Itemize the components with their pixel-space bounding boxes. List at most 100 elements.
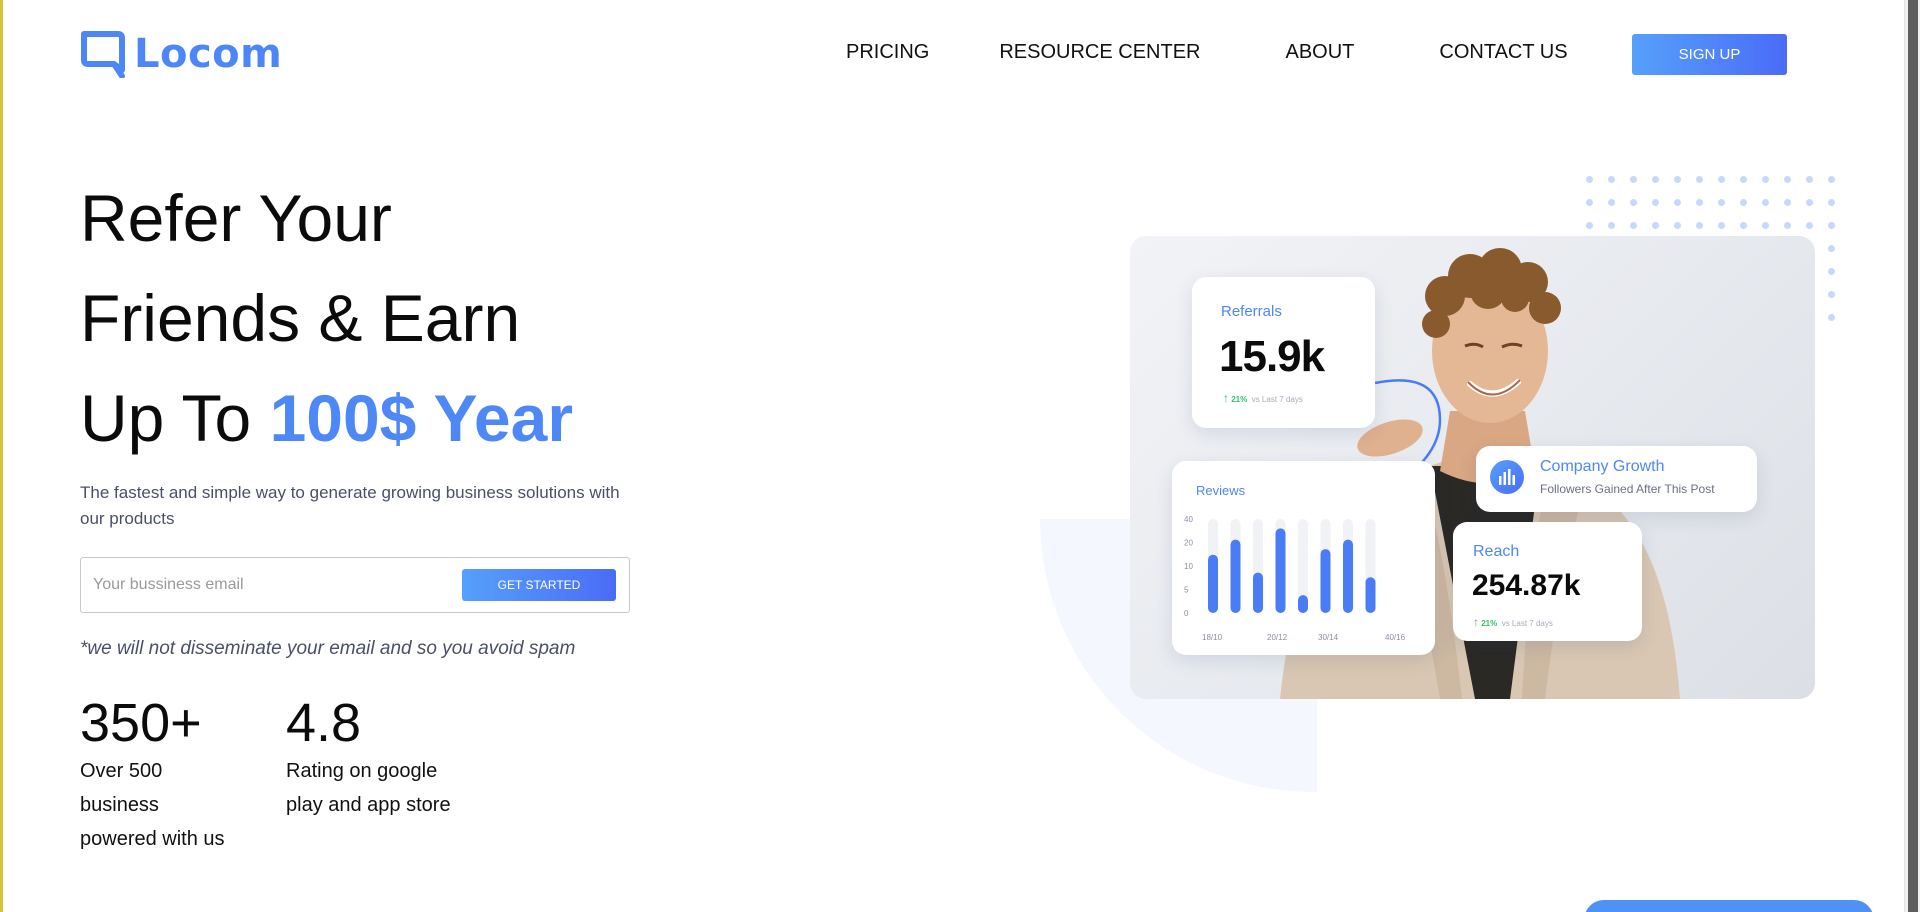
decorative-dot [1806,222,1813,229]
stat-value: 4.8 [286,693,362,753]
decorative-dot [1586,222,1593,229]
decorative-dot [1762,176,1769,183]
hero-title-accent: 100$ Year [269,381,574,455]
x-tick-label: 18/10 [1202,633,1223,642]
nav-pricing[interactable]: PRICING [846,41,929,64]
decorative-dot [1784,176,1791,183]
decorative-dot [1828,222,1835,229]
logo-text: Locom [134,31,283,77]
hero-subtitle: The fastest and simple way to generate g… [80,483,620,528]
decorative-dot [1674,199,1681,206]
bar-chart-icon [1490,460,1524,494]
decorative-dot [1806,176,1813,183]
nav-resource-center[interactable]: RESOURCE CENTER [999,41,1200,64]
decorative-dot [1652,199,1659,206]
hero-title-line-2: Friends & Earn [80,281,521,355]
decorative-dot [1630,199,1637,206]
logo[interactable]: Locom [80,30,282,78]
nav-about[interactable]: ABOUT [1285,41,1354,64]
decorative-dot [1740,222,1747,229]
company-growth-subtitle: Followers Gained After This Post [1540,482,1715,496]
arrow-up-icon: ↑ [1223,391,1229,405]
review-bar [1208,554,1218,613]
decorative-dot [1828,291,1835,298]
x-tick-label: 20/12 [1267,633,1288,642]
referrals-card: Referrals 15.9k ↑ 21% vs Last 7 days [1192,277,1375,428]
decorative-dot [1652,222,1659,229]
reach-change: ↑ 21% vs Last 7 days [1473,615,1553,629]
decorative-dot [1784,222,1791,229]
decorative-dot [1740,199,1747,206]
y-tick-label: 5 [1184,586,1189,595]
decorative-dot [1674,176,1681,183]
decorative-dot [1608,176,1615,183]
review-bar [1253,572,1263,613]
sign-up-button[interactable]: SIGN UP [1632,34,1787,75]
decorative-dot [1828,176,1835,183]
decorative-dot [1652,176,1659,183]
referrals-change-percent: 21% [1231,395,1248,404]
decorative-dot [1696,199,1703,206]
decorative-dot [1630,222,1637,229]
y-tick-label: 20 [1184,539,1193,548]
x-tick-label: 40/16 [1385,633,1406,642]
business-email-input[interactable] [93,572,433,598]
logo-icon [81,31,125,78]
page-scrollbar[interactable] [1904,0,1920,912]
reach-change-period: vs Last 7 days [1501,619,1553,628]
decorative-dot [1828,199,1835,206]
stat-value: 350+ [80,693,202,753]
referrals-label: Referrals [1221,303,1282,320]
floating-action-button[interactable] [1584,900,1874,912]
decorative-dot [1762,222,1769,229]
reviews-card: Reviews 40 20 10 5 0 18/10 20/12 30/14 40/16 [1172,461,1435,655]
decorative-dot [1762,199,1769,206]
arrow-up-icon: ↑ [1473,615,1479,629]
referrals-change: ↑ 21% vs Last 7 days [1223,391,1303,405]
review-bar [1298,595,1308,613]
decorative-dot [1608,222,1615,229]
stat-description: Rating on google play and app store [286,760,451,816]
y-tick-label: 40 [1184,515,1193,524]
y-tick-label: 0 [1184,609,1189,618]
company-growth-title: Company Growth [1540,458,1665,475]
hero-title-line-3: Up To [80,381,270,455]
company-growth-card: Company Growth Followers Gained After Th… [1476,446,1757,512]
reach-label: Reach [1473,543,1520,560]
review-bar [1275,528,1286,613]
decorative-dot [1586,199,1593,206]
review-bar [1320,549,1331,613]
stat-description: Over 500 business powered with us [80,760,225,850]
scrollbar-thumb[interactable] [1908,0,1918,912]
decorative-dot [1630,176,1637,183]
email-signup-form: GET STARTED [80,557,630,613]
decorative-dot [1718,176,1725,183]
decorative-dot [1696,176,1703,183]
main-nav: PRICING RESOURCE CENTER ABOUT CONTACT US [846,41,1568,64]
spam-note: *we will not disseminate your email and … [80,638,576,659]
decorative-dot [1740,176,1747,183]
get-started-button[interactable]: GET STARTED [462,569,616,601]
decorative-dot [1718,222,1725,229]
decorative-dot [1696,222,1703,229]
decorative-dot [1828,314,1835,321]
decorative-dot [1828,268,1835,275]
review-bar [1343,539,1353,613]
reach-card: Reach 254.87k ↑ 21% vs Last 7 days [1453,522,1642,641]
stat-rating: 4.8 Rating on google play and app store [286,692,456,822]
stat-businesses: 350+ Over 500 business powered with us [80,692,230,856]
referrals-change-period: vs Last 7 days [1251,395,1303,404]
review-bar [1365,577,1376,613]
nav-contact-us[interactable]: CONTACT US [1439,41,1567,64]
decorative-dot [1828,245,1835,252]
referrals-value: 15.9k [1219,332,1325,381]
decorative-dot [1586,176,1593,183]
decorative-dot [1674,222,1681,229]
review-bar [1230,539,1241,613]
decorative-dot [1718,199,1725,206]
hero-title-line-1: Refer Your [80,181,392,255]
decorative-dot [1608,199,1615,206]
x-tick-label: 30/14 [1318,633,1339,642]
y-tick-label: 10 [1184,562,1193,571]
window-frame-edge [0,0,3,912]
